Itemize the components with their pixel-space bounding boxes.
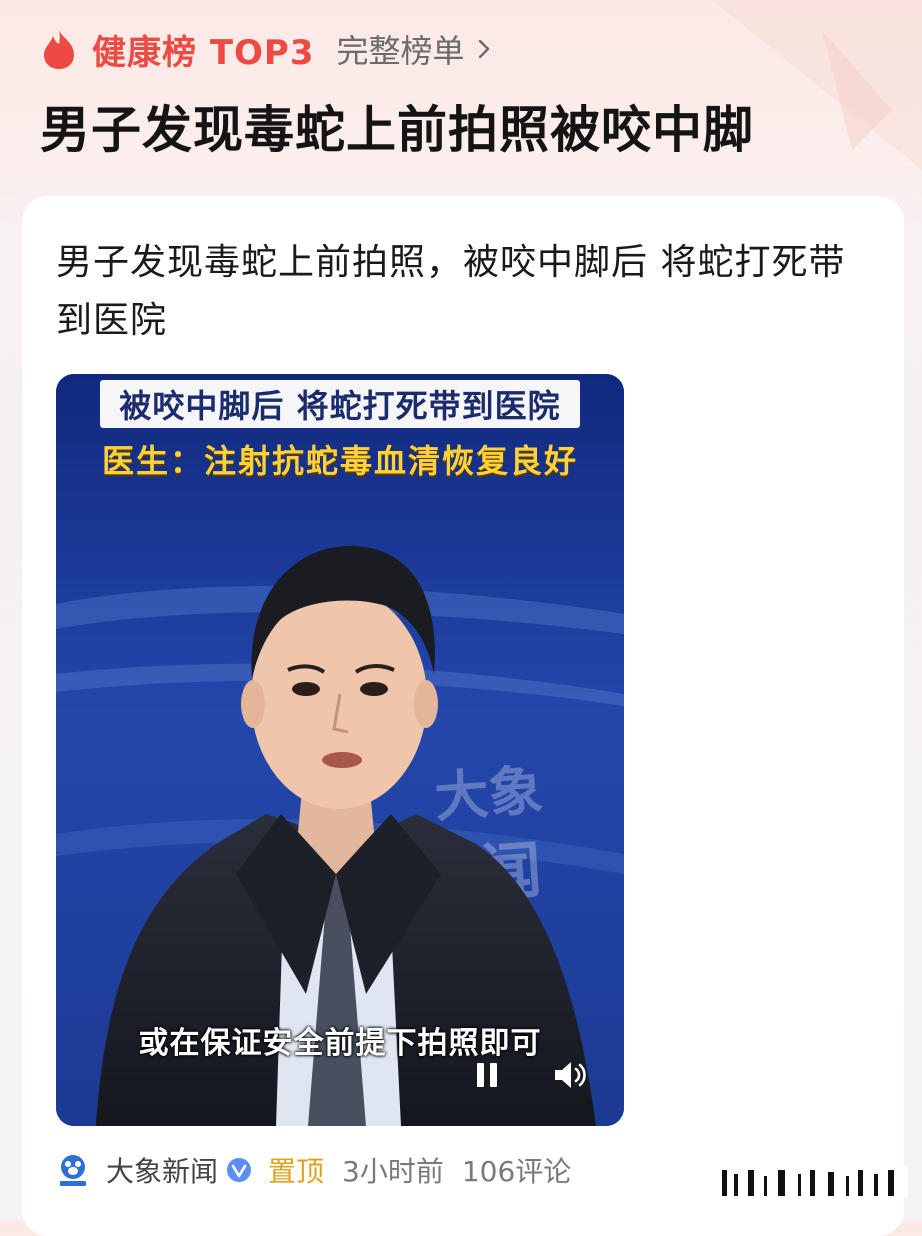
full-list-link[interactable]: 完整榜单: [337, 26, 491, 72]
ranking-header: 健康榜 TOP3 完整榜单: [40, 26, 491, 73]
watermark-text: 大象: [433, 759, 545, 829]
video-caption-title: 被咬中脚后 将蛇打死带到医院: [100, 380, 580, 428]
pause-icon: [477, 1063, 484, 1087]
pause-button[interactable]: [474, 1060, 500, 1090]
corner-watermark: [708, 1166, 908, 1198]
page-headline[interactable]: 男子发现毒蛇上前拍照被咬中脚: [40, 98, 754, 162]
post-time: 3小时前: [342, 1155, 444, 1188]
anchor-frame-image: 大象 新闻: [56, 374, 624, 1126]
source-name[interactable]: 大象新闻: [106, 1150, 218, 1190]
post-text[interactable]: 男子发现毒蛇上前拍照，被咬中脚后 将蛇打死带到医院: [56, 234, 866, 350]
flame-icon: [44, 30, 74, 69]
comment-count[interactable]: 106评论: [462, 1150, 571, 1190]
pinned-badge: 置顶: [268, 1155, 325, 1188]
ranking-title: 健康榜 TOP3: [92, 32, 315, 73]
chevron-right-icon: [478, 39, 489, 59]
full-list-label: 完整榜单: [336, 32, 465, 70]
video-player[interactable]: 大象 新闻: [56, 374, 624, 1126]
video-caption-subtitle: 医生：注射抗蛇毒血清恢复良好: [101, 442, 578, 480]
video-subtitle: 或在保证安全前提下拍照即可: [138, 1026, 542, 1061]
post-card: 男子发现毒蛇上前拍照，被咬中脚后 将蛇打死带到医院 大象 新闻: [22, 196, 904, 1236]
source-logo-icon[interactable]: [56, 1152, 90, 1188]
post-meta: 大象新闻 置顶 3小时前 106评论: [56, 1148, 571, 1192]
verified-badge-icon: [227, 1158, 252, 1182]
volume-icon[interactable]: [552, 1058, 588, 1092]
